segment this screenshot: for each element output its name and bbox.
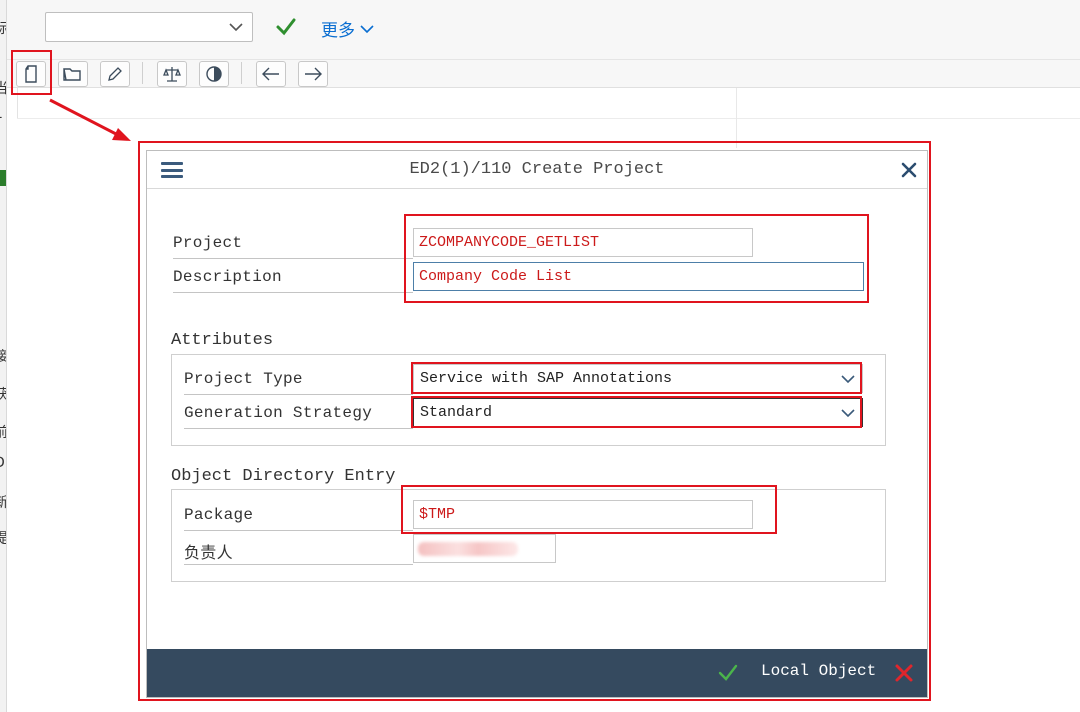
annotation-project-type-box [411,362,862,394]
annotation-package-box [401,485,777,534]
annotation-generation-strategy-box [411,396,862,428]
annotation-project-box [404,214,869,303]
